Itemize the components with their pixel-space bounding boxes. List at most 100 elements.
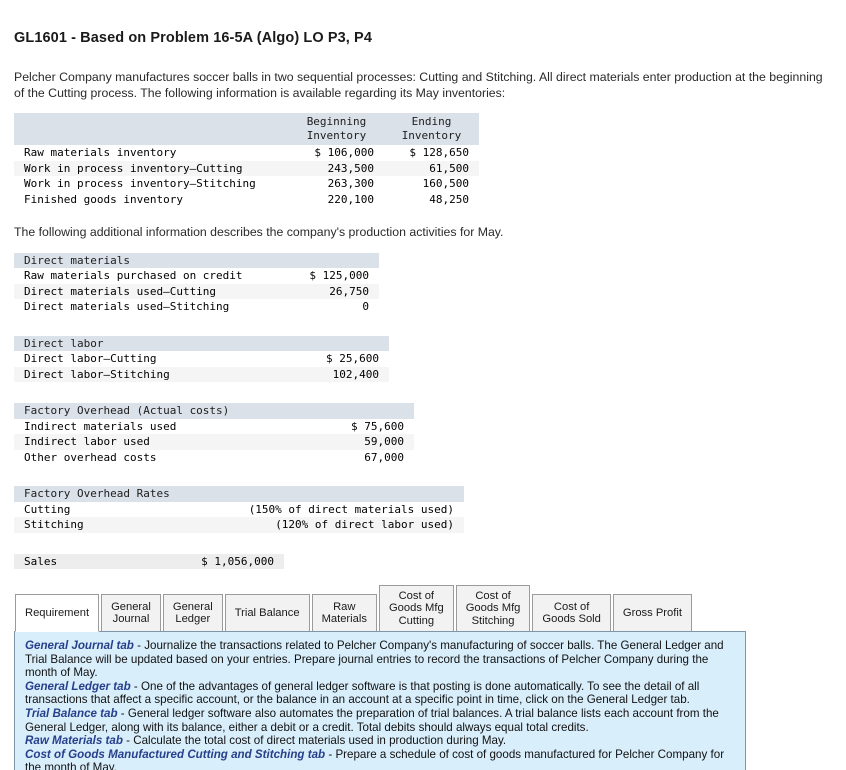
instruction-tab-name: Raw Materials tab xyxy=(25,734,123,748)
row-label: Work in process inventory—Stitching xyxy=(24,177,256,190)
tab-label-line: Goods Mfg xyxy=(465,602,521,614)
row-label: Raw materials purchased on credit xyxy=(24,269,243,282)
row-beginning-value: 220,100 xyxy=(327,192,374,206)
instruction-item: General Ledger tab - One of the advantag… xyxy=(25,680,735,707)
instruction-item: Cost of Goods Manufactured Cutting and S… xyxy=(25,748,735,770)
tab-label-line: Cost of xyxy=(398,589,435,602)
tab-label-line: Gross Profit xyxy=(622,606,682,619)
row-ending-value: 61,500 xyxy=(384,160,479,176)
inventory-col-header-beginning: Beginning Inventory xyxy=(289,113,384,145)
tab-label-line: Materials xyxy=(321,613,367,625)
row-beginning-value: 263,300 xyxy=(327,177,374,190)
section-header-spacer xyxy=(269,252,379,268)
header-line-2: Inventory xyxy=(306,128,367,142)
tab-label-line: Trial Balance xyxy=(234,606,300,619)
row-beginning-value: $ 106,000 xyxy=(314,146,374,159)
tab-label-line: General xyxy=(111,600,151,613)
tab-raw-materials[interactable]: Raw Materials xyxy=(311,594,377,632)
section-header-label: Direct labor xyxy=(14,335,274,351)
inventory-table: Beginning Inventory Ending Inventory Raw… xyxy=(14,113,479,207)
tab-cost-of-goods-sold[interactable]: Cost of Goods Sold xyxy=(532,594,611,632)
header-line-1: Beginning xyxy=(306,115,367,128)
tab-label-line: Journal xyxy=(112,613,150,625)
section-header-spacer xyxy=(179,486,464,502)
tab-label-line: Cost of xyxy=(553,600,590,613)
row-ending-value: 48,250 xyxy=(429,192,469,206)
tab-label-line: Goods Mfg xyxy=(388,602,444,614)
table-row: Indirect labor used 59,000 xyxy=(14,434,414,450)
section-header-row: Direct materials xyxy=(14,252,379,268)
tab-general-journal[interactable]: General Journal xyxy=(101,594,161,632)
instruction-tab-name: Trial Balance tab xyxy=(25,706,118,720)
requirement-instructions-panel: General Journal tab - Journalize the tra… xyxy=(14,631,746,770)
tab-requirement[interactable]: Requirement xyxy=(15,594,100,632)
row-label: Direct labor—Cutting xyxy=(24,352,157,365)
row-label: Other overhead costs xyxy=(24,450,157,464)
table-row: Direct labor—Cutting $ 25,600 xyxy=(14,351,389,367)
table-row: Stitching (120% of direct labor used) xyxy=(14,517,464,533)
row-value: (120% of direct labor used) xyxy=(179,517,464,533)
direct-labor-table: Direct labor Direct labor—Cutting $ 25,6… xyxy=(14,335,389,382)
table-row: Raw materials inventory $ 106,000 $ 128,… xyxy=(14,145,479,161)
tab-gross-profit[interactable]: Gross Profit xyxy=(612,594,692,632)
tab-label-line: Requirement xyxy=(25,606,90,619)
tab-cost-of-goods-mfg-cutting[interactable]: Cost of Goods Mfg Cutting xyxy=(378,584,454,632)
row-label: Direct materials used—Stitching xyxy=(24,300,230,313)
tab-trial-balance[interactable]: Trial Balance xyxy=(224,594,310,632)
row-label: Sales xyxy=(14,553,174,569)
tab-label-line: Cutting xyxy=(398,614,435,627)
row-value: 59,000 xyxy=(294,434,414,450)
page-title: GL1601 - Based on Problem 16-5A (Algo) L… xyxy=(14,30,372,46)
tab-general-ledger[interactable]: General Ledger xyxy=(162,594,223,632)
problem-page: GL1601 - Based on Problem 16-5A (Algo) L… xyxy=(0,0,846,770)
table-header-row: Beginning Inventory Ending Inventory xyxy=(14,113,479,145)
row-ending-value: $ 128,650 xyxy=(409,146,469,159)
row-beginning-value: 243,500 xyxy=(289,160,384,176)
instruction-tab-name: General Ledger tab xyxy=(25,679,131,693)
row-label: Indirect labor used xyxy=(14,434,294,450)
intro-paragraph: Pelcher Company manufactures soccer ball… xyxy=(14,70,823,100)
instruction-item: Trial Balance tab - General ledger softw… xyxy=(25,707,735,734)
row-value: 0 xyxy=(362,300,369,313)
row-label: Raw materials inventory xyxy=(24,146,177,159)
table-row: Direct labor—Stitching 102,400 xyxy=(14,366,389,382)
table-row: Work in process inventory—Cutting 243,50… xyxy=(14,160,479,176)
tab-label-line: Stitching xyxy=(471,614,515,627)
instruction-item: Raw Materials tab - Calculate the total … xyxy=(25,734,735,748)
inventory-col-header-ending: Ending Inventory xyxy=(384,113,479,145)
row-label: Direct labor—Stitching xyxy=(14,366,274,382)
row-label: Cutting xyxy=(24,502,71,516)
table-row: Raw materials purchased on credit $ 125,… xyxy=(14,268,379,284)
table-row: Work in process inventory—Stitching 263,… xyxy=(14,176,479,192)
instruction-text: - Calculate the total cost of direct mat… xyxy=(122,734,507,748)
factory-overhead-table: Factory Overhead (Actual costs) Indirect… xyxy=(14,403,414,465)
direct-materials-table: Direct materials Raw materials purchased… xyxy=(14,252,379,315)
row-label: Finished goods inventory xyxy=(24,192,183,206)
section-header-spacer xyxy=(294,403,414,419)
row-label: Indirect materials used xyxy=(24,419,177,433)
table-row: Direct materials used—Stitching 0 xyxy=(14,299,379,315)
instruction-item: General Journal tab - Journalize the tra… xyxy=(25,639,735,680)
row-value: $ 25,600 xyxy=(326,352,379,365)
tab-cost-of-goods-mfg-stitching[interactable]: Cost of Goods Mfg Stitching xyxy=(455,584,531,632)
row-value: $ 1,056,000 xyxy=(174,553,284,569)
table-row: Indirect materials used $ 75,600 xyxy=(14,419,414,435)
table-row: Other overhead costs 67,000 xyxy=(14,450,414,466)
row-label: Stitching xyxy=(14,517,179,533)
row-value: 26,750 xyxy=(269,283,379,299)
section-header-label: Direct materials xyxy=(14,252,269,268)
instruction-tab-name: General Journal tab xyxy=(25,639,134,652)
header-line-1: Ending xyxy=(411,115,452,128)
table-row: Direct materials used—Cutting 26,750 xyxy=(14,283,379,299)
row-value: $ 75,600 xyxy=(351,419,404,433)
row-label: Direct materials used—Cutting xyxy=(14,283,269,299)
section-header-row: Direct labor xyxy=(14,335,389,351)
tab-label-line: Cost of xyxy=(475,589,511,602)
table-row: Cutting (150% of direct materials used) xyxy=(14,502,464,518)
inventory-corner-cell xyxy=(14,113,289,145)
tab-bar: Requirement General Journal General Ledg… xyxy=(14,584,832,632)
table-row: Sales $ 1,056,000 xyxy=(14,553,284,569)
